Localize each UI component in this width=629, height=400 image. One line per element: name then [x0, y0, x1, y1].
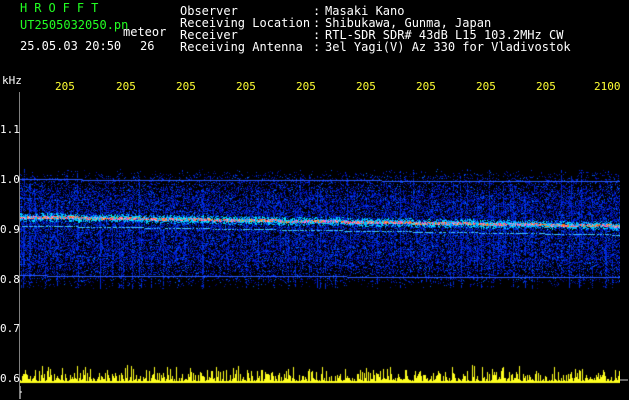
- hrofft-screen: HROFFT UT2505032050.pn meteor 25.05.03 2…: [0, 0, 629, 400]
- file-name: UT2505032050.pn: [20, 18, 129, 32]
- y-axis-unit: kHz: [2, 74, 22, 87]
- y-tick-label: 0.8: [0, 273, 20, 286]
- spectrogram-plot: [20, 92, 620, 386]
- meteor-count: 26: [140, 39, 155, 53]
- y-tick-label: 1.1: [0, 123, 20, 136]
- meteor-label: meteor: [123, 25, 167, 39]
- y-tick-label: 0.9: [0, 223, 20, 236]
- spectrogram-canvas: [20, 92, 620, 386]
- info-key: Receiving Antenna: [180, 40, 303, 54]
- timestamp: 25.05.03 20:50: [20, 39, 122, 53]
- info-colon: :: [313, 40, 321, 54]
- y-tick-label: 0.6: [0, 372, 20, 385]
- info-value: 3el Yagi(V) Az 330 for Vladivostok: [325, 40, 571, 54]
- app-brand: HROFFT: [20, 1, 106, 15]
- y-tick-label: 1.0: [0, 173, 20, 186]
- y-tick-label: 0.7: [0, 322, 20, 335]
